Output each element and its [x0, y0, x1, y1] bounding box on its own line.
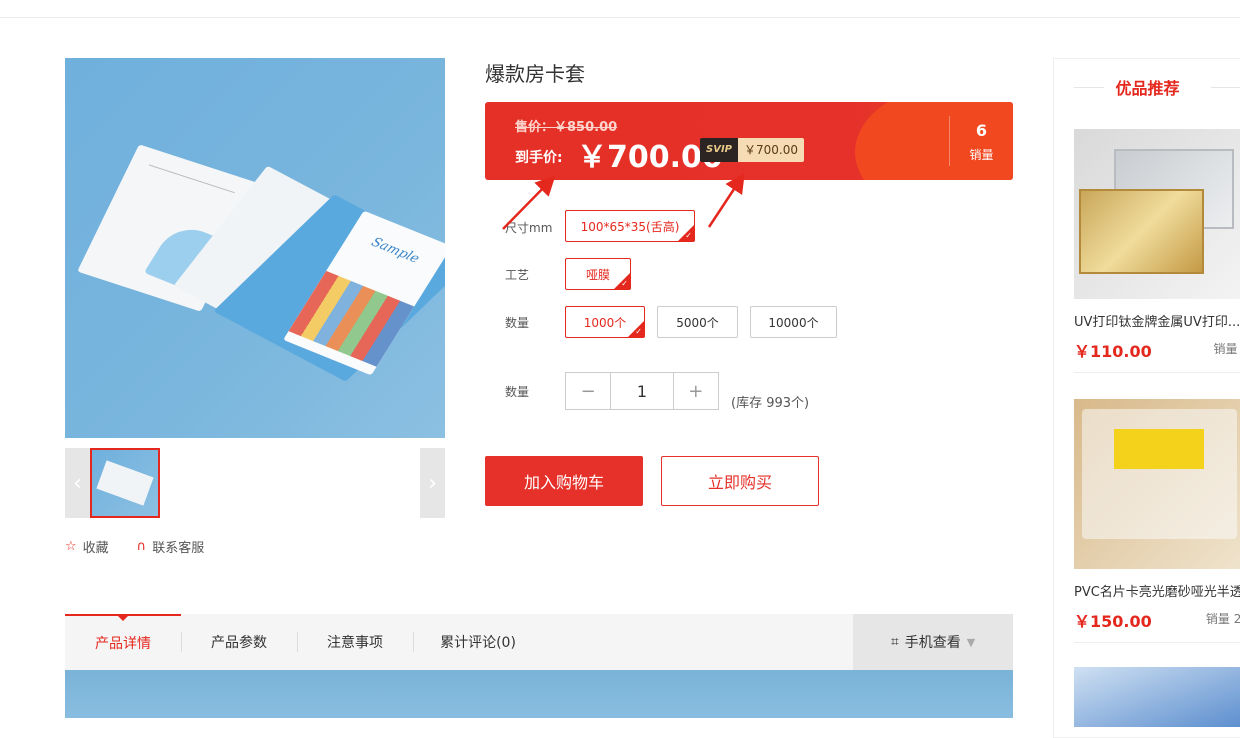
- recommend-item-image: [1074, 667, 1240, 727]
- thumb-next-button[interactable]: ›: [420, 448, 445, 518]
- quantity-stepper: − 1 +: [565, 372, 719, 410]
- quantity-option-5000[interactable]: 5000个: [657, 306, 738, 338]
- count-label: 数量: [505, 385, 530, 399]
- star-icon: ☆: [65, 539, 77, 554]
- recommend-item-sold: 销量 8: [1213, 342, 1240, 356]
- svip-tag: SVIP: [700, 138, 738, 162]
- dropdown-arrow-icon: ▼: [966, 635, 976, 649]
- detail-tabs: 产品详情 产品参数 注意事项 累计评论(0) ⌗ 手机查看 ▼: [65, 614, 1013, 670]
- thumbnail-strip: ‹ ›: [65, 448, 445, 518]
- size-label: 尺寸mm: [505, 221, 553, 235]
- recommend-item-name: UV打印钛金牌金属UV打印...: [1074, 315, 1240, 330]
- item-divider: [1074, 372, 1240, 373]
- quantity-option-10000[interactable]: 10000个: [750, 306, 837, 338]
- quantity-label: 数量: [505, 316, 530, 330]
- recommend-sidebar: 优品推荐 UV打印钛金牌金属UV打印... ￥110.00 销量 8 PVC名片…: [1053, 58, 1240, 738]
- detail-image-top: [65, 670, 1013, 718]
- recommend-item[interactable]: [1074, 667, 1240, 727]
- final-price-label: 到手价:: [515, 150, 563, 166]
- item-divider: [1074, 642, 1240, 643]
- sales-count: 6: [975, 121, 988, 140]
- buy-now-button[interactable]: 立即购买: [661, 456, 819, 506]
- header-divider: [0, 17, 1240, 18]
- product-actions: ☆ 收藏 ∩ 联系客服: [65, 537, 204, 556]
- recommend-item-sold: 销量 21: [1205, 612, 1240, 626]
- tab-product-details[interactable]: 产品详情: [65, 614, 181, 670]
- mobile-view-button[interactable]: ⌗ 手机查看 ▼: [853, 614, 1013, 670]
- recommend-item-image: [1074, 399, 1240, 569]
- recommend-item-name: PVC名片卡亮光磨砂哑光半透: [1074, 585, 1240, 600]
- price-panel: 售价：￥850.00 到手价: ￥700.00 SVIP ￥700.00 6 销…: [485, 102, 1013, 180]
- size-option-selected[interactable]: 100*65*35(舌高): [565, 210, 695, 242]
- increment-button[interactable]: +: [674, 373, 718, 409]
- recommend-item[interactable]: UV打印钛金牌金属UV打印... ￥110.00 销量 8: [1074, 129, 1240, 373]
- recommend-item-image: [1074, 129, 1240, 299]
- title-line-right: [1211, 87, 1240, 88]
- tab-notes[interactable]: 注意事项: [297, 614, 413, 670]
- quantity-option-1000[interactable]: 1000个: [565, 306, 645, 338]
- sales-block: 6 销量: [949, 116, 1013, 166]
- svip-price: ￥700.00: [738, 138, 804, 162]
- craft-option-selected[interactable]: 哑膜: [565, 258, 631, 290]
- customer-service-label: 联系客服: [152, 541, 205, 556]
- thumb-prev-button[interactable]: ‹: [65, 448, 90, 518]
- favorite-label: 收藏: [82, 541, 109, 556]
- cover-script: Sample: [368, 235, 422, 267]
- recommend-item[interactable]: PVC名片卡亮光磨砂哑光半透 ￥150.00 销量 21: [1074, 399, 1240, 643]
- tab-product-params[interactable]: 产品参数: [181, 614, 297, 670]
- craft-label: 工艺: [505, 268, 530, 282]
- svip-badge: SVIP ￥700.00: [700, 138, 804, 162]
- favorite-button[interactable]: ☆ 收藏: [65, 537, 109, 556]
- decrement-button[interactable]: −: [566, 373, 610, 409]
- stock-info: (库存 993个): [731, 396, 810, 411]
- pvc-logo-block: [1114, 429, 1204, 469]
- customer-service-button[interactable]: ∩ 联系客服: [137, 537, 205, 556]
- quantity-input[interactable]: 1: [610, 373, 674, 409]
- product-title: 爆款房卡套: [485, 62, 585, 86]
- arrow-to-svip-price: [707, 172, 745, 228]
- mobile-view-label: 手机查看: [904, 635, 961, 651]
- certificate-gold: [1079, 189, 1204, 274]
- sales-label: 销量: [969, 148, 994, 162]
- tab-reviews[interactable]: 累计评论(0): [413, 614, 543, 670]
- scan-icon: ⌗: [890, 634, 899, 650]
- thumbnail-selected[interactable]: [90, 448, 160, 518]
- headset-icon: ∩: [136, 539, 147, 554]
- add-to-cart-button[interactable]: 加入购物车: [485, 456, 643, 506]
- product-main-image: Sample: [65, 58, 445, 438]
